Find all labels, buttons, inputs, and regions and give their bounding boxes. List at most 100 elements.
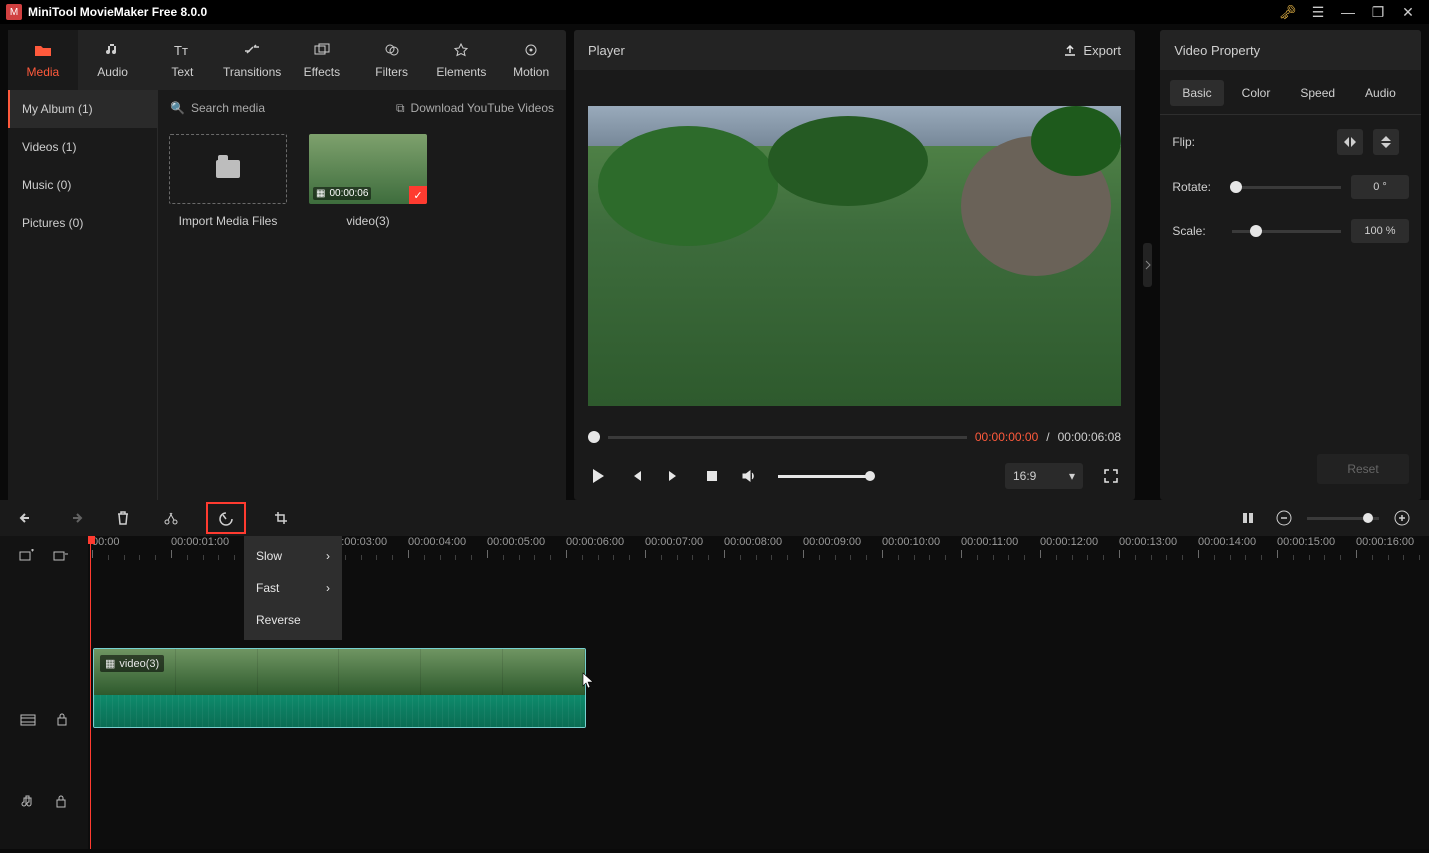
undo-button[interactable] [14, 505, 40, 531]
scrub-track[interactable] [608, 436, 967, 439]
next-frame-button[interactable] [664, 469, 684, 483]
delete-button[interactable] [110, 505, 136, 531]
aspect-ratio-select[interactable]: 16:9▾ [1005, 463, 1083, 489]
album-pictures[interactable]: Pictures (0) [8, 204, 157, 242]
prev-frame-button[interactable] [626, 469, 646, 483]
remove-track-button[interactable] [53, 549, 69, 563]
crop-button[interactable] [268, 505, 294, 531]
media-clip-tile[interactable]: ▦00:00:06 ✓ video(3) [308, 134, 428, 228]
flip-vertical-button[interactable] [1373, 129, 1399, 155]
tab-motion[interactable]: Motion [496, 30, 566, 90]
search-icon: 🔍 [170, 101, 185, 115]
audio-track-icon[interactable] [21, 794, 35, 808]
speed-fast-item[interactable]: Fast › [244, 572, 342, 604]
video-track-icon[interactable] [20, 714, 36, 726]
flip-horizontal-button[interactable] [1337, 129, 1363, 155]
rotate-slider[interactable] [1232, 186, 1341, 189]
scale-value[interactable]: 100 % [1351, 219, 1409, 243]
tab-effects[interactable]: Effects [287, 30, 357, 90]
zoom-out-button[interactable] [1271, 505, 1297, 531]
prop-tab-basic[interactable]: Basic [1170, 80, 1223, 106]
rotate-label: Rotate: [1172, 180, 1222, 194]
tab-media[interactable]: Media [8, 30, 78, 90]
tab-audio[interactable]: Audio [78, 30, 148, 90]
upgrade-key-icon[interactable]: 🗝 [1273, 4, 1303, 21]
speed-fast-label: Fast [256, 581, 279, 595]
album-music[interactable]: Music (0) [8, 166, 157, 204]
album-myalbum[interactable]: My Album (1) [8, 90, 157, 128]
chevron-right-icon: › [326, 549, 330, 563]
import-media-tile[interactable]: Import Media Files [168, 134, 288, 228]
hamburger-menu-icon[interactable]: ☰ [1303, 4, 1333, 21]
rotate-value[interactable]: 0 ° [1351, 175, 1409, 199]
reset-button[interactable]: Reset [1317, 454, 1409, 484]
clip-duration: 00:00:06 [329, 188, 368, 199]
volume-icon[interactable] [740, 469, 760, 483]
property-panel-title: Video Property [1174, 43, 1260, 58]
auto-fit-icon[interactable] [1235, 505, 1261, 531]
fullscreen-button[interactable] [1101, 469, 1121, 483]
clip-name-label: video(3) [346, 214, 389, 228]
folder-icon [34, 41, 52, 59]
speed-slow-item[interactable]: Slow› [244, 540, 342, 572]
speed-reverse-label: Reverse [256, 613, 301, 627]
add-track-button[interactable] [19, 549, 35, 563]
tab-text[interactable]: Tᴛ Text [148, 30, 218, 90]
tab-text-label: Text [171, 65, 193, 79]
lock-track-icon[interactable] [56, 712, 68, 726]
download-youtube-label: Download YouTube Videos [411, 101, 554, 115]
import-media-label: Import Media Files [179, 214, 278, 228]
time-separator: / [1046, 430, 1049, 444]
tab-media-label: Media [27, 65, 60, 79]
zoom-in-button[interactable] [1389, 505, 1415, 531]
aspect-ratio-value: 16:9 [1013, 469, 1036, 483]
flip-label: Flip: [1172, 135, 1222, 149]
stop-button[interactable] [702, 470, 722, 482]
redo-button[interactable] [62, 505, 88, 531]
scrub-handle[interactable] [588, 431, 600, 443]
search-placeholder: Search media [191, 101, 265, 115]
elements-icon [453, 41, 469, 59]
main-tabstrip: Media Audio Tᴛ Text Transitions Effects F… [8, 30, 566, 90]
video-preview[interactable] [588, 106, 1121, 406]
zoom-slider[interactable] [1307, 517, 1379, 520]
total-time: 00:00:06:08 [1058, 430, 1121, 444]
scale-slider[interactable] [1232, 230, 1341, 233]
tab-elements[interactable]: Elements [427, 30, 497, 90]
search-input[interactable]: 🔍 Search media [170, 101, 265, 115]
transitions-icon [243, 41, 261, 59]
split-button[interactable] [158, 505, 184, 531]
tab-filters[interactable]: Filters [357, 30, 427, 90]
prop-tab-speed[interactable]: Speed [1288, 80, 1347, 106]
album-videos[interactable]: Videos (1) [8, 128, 157, 166]
volume-slider[interactable] [778, 475, 870, 478]
minimize-button[interactable]: — [1333, 4, 1363, 20]
tab-transitions-label: Transitions [223, 65, 281, 79]
album-list: My Album (1) Videos (1) Music (0) Pictur… [8, 90, 158, 500]
timeline-toolbar: Slow› Fast› Reverse [0, 500, 1429, 536]
video-file-icon: ▦ [316, 188, 325, 199]
text-icon: Tᴛ [174, 41, 190, 59]
speed-button[interactable] [206, 502, 246, 534]
prop-tab-color[interactable]: Color [1230, 80, 1283, 106]
lock-track-icon[interactable] [55, 794, 67, 808]
app-logo-icon: M [6, 4, 22, 20]
speed-reverse-item[interactable]: Reverse [244, 604, 342, 636]
motion-icon [523, 41, 539, 59]
close-button[interactable]: ✕ [1393, 4, 1423, 21]
download-youtube-button[interactable]: ⧉ Download YouTube Videos [396, 101, 554, 116]
tab-transitions[interactable]: Transitions [217, 30, 287, 90]
chevron-right-icon: › [326, 581, 330, 595]
play-button[interactable] [588, 468, 608, 484]
tab-effects-label: Effects [304, 65, 340, 79]
timeline-clip[interactable]: ▦video(3) [93, 648, 586, 728]
download-icon: ⧉ [396, 101, 405, 116]
prop-tab-audio[interactable]: Audio [1353, 80, 1408, 106]
tab-filters-label: Filters [375, 65, 408, 79]
maximize-button[interactable]: ❐ [1363, 4, 1393, 21]
panel-collapse-handle[interactable] [1143, 243, 1152, 287]
music-note-icon [105, 41, 121, 59]
playhead[interactable] [90, 536, 91, 849]
folder-icon [216, 160, 240, 178]
export-button[interactable]: Export [1063, 43, 1121, 58]
